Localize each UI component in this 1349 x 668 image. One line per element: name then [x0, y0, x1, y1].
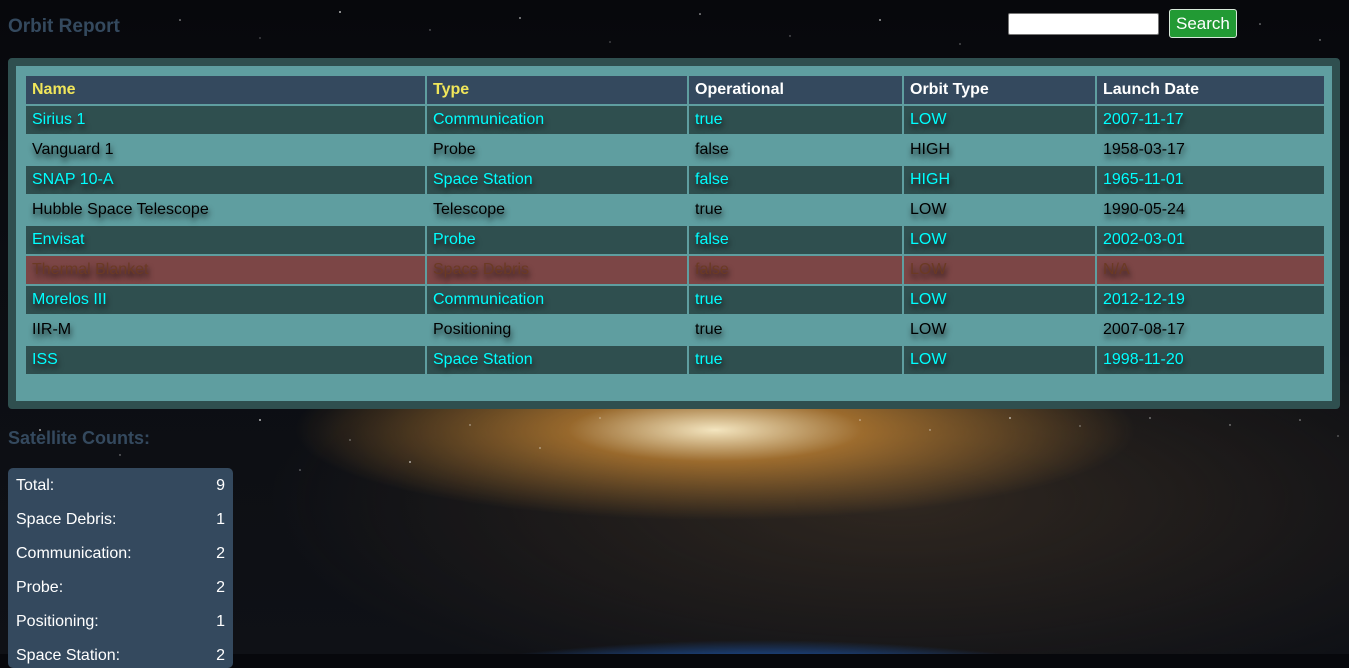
table-header-row: Name Type Operational Orbit Type Launch …: [24, 74, 1326, 106]
cell-name: ISS: [24, 344, 427, 376]
column-header-launch-date: Launch Date: [1095, 74, 1326, 106]
table-row: SNAP 10-A Space Station false HIGH 1965-…: [24, 164, 1326, 196]
cell-operational: false: [687, 254, 904, 286]
cell-orbit-type: LOW: [902, 224, 1097, 256]
count-value: 2: [216, 545, 225, 562]
count-row-space-debris: Space Debris: 1: [16, 511, 225, 531]
count-value: 1: [216, 511, 225, 528]
column-header-orbit-type: Orbit Type: [902, 74, 1097, 106]
cell-type: Positioning: [425, 314, 689, 346]
cell-operational: false: [687, 134, 904, 166]
count-value: 2: [216, 579, 225, 596]
satellite-counts-title: Satellite Counts:: [8, 428, 151, 448]
cell-name: Hubble Space Telescope: [24, 194, 427, 226]
table-row: ISS Space Station true LOW 1998-11-20: [24, 344, 1326, 376]
count-label: Space Debris:: [16, 511, 117, 528]
cell-name: Vanguard 1: [24, 134, 427, 166]
count-label: Total:: [16, 477, 55, 494]
search-input[interactable]: [1008, 13, 1159, 35]
table-row: Morelos III Communication true LOW 2012-…: [24, 284, 1326, 316]
cell-operational: true: [687, 344, 904, 376]
cell-name: Envisat: [24, 224, 427, 256]
table-row: IIR-M Positioning true LOW 2007-08-17: [24, 314, 1326, 346]
cell-name: Sirius 1: [24, 104, 427, 136]
count-value: 1: [216, 613, 225, 630]
cell-operational: true: [687, 314, 904, 346]
cell-orbit-type: HIGH: [902, 164, 1097, 196]
table-row: Envisat Probe false LOW 2002-03-01: [24, 224, 1326, 256]
cell-operational: false: [687, 164, 904, 196]
cell-type: Communication: [425, 104, 689, 136]
cell-type: Probe: [425, 134, 689, 166]
cell-operational: true: [687, 284, 904, 316]
column-header-operational: Operational: [687, 74, 904, 106]
cell-type: Space Station: [425, 344, 689, 376]
column-header-name[interactable]: Name: [24, 74, 427, 106]
count-row-space-station: Space Station: 2: [16, 647, 225, 667]
cell-orbit-type: LOW: [902, 254, 1097, 286]
count-value: 2: [216, 647, 225, 664]
orbit-table-panel: Name Type Operational Orbit Type Launch …: [8, 58, 1340, 409]
cell-type: Probe: [425, 224, 689, 256]
count-row-total: Total: 9: [16, 477, 225, 497]
orbit-table: Name Type Operational Orbit Type Launch …: [24, 74, 1326, 376]
table-row: Hubble Space Telescope Telescope true LO…: [24, 194, 1326, 226]
count-value: 9: [216, 477, 225, 494]
count-label: Probe:: [16, 579, 64, 596]
count-row-communication: Communication: 2: [16, 545, 225, 565]
cell-orbit-type: HIGH: [902, 134, 1097, 166]
count-row-probe: Probe: 2: [16, 579, 225, 599]
cell-orbit-type: LOW: [902, 344, 1097, 376]
cell-orbit-type: LOW: [902, 194, 1097, 226]
cell-orbit-type: LOW: [902, 314, 1097, 346]
cell-type: Telescope: [425, 194, 689, 226]
count-row-positioning: Positioning: 1: [16, 613, 225, 633]
column-header-type[interactable]: Type: [425, 74, 689, 106]
cell-name: IIR-M: [24, 314, 427, 346]
cell-launch-date: 1965-11-01: [1095, 164, 1326, 196]
cell-name: Thermal Blanket: [24, 254, 427, 286]
table-row-debris: Thermal Blanket Space Debris false LOW N…: [24, 254, 1326, 286]
cell-launch-date: 2012-12-19: [1095, 284, 1326, 316]
cell-name: SNAP 10-A: [24, 164, 427, 196]
satellite-counts-panel: Total: 9 Space Debris: 1 Communication: …: [8, 468, 233, 668]
search-bar: Search: [1008, 9, 1237, 38]
table-row: Sirius 1 Communication true LOW 2007-11-…: [24, 104, 1326, 136]
cell-type: Space Station: [425, 164, 689, 196]
cell-launch-date: 2007-11-17: [1095, 104, 1326, 136]
count-label: Positioning:: [16, 613, 99, 630]
search-button[interactable]: Search: [1169, 9, 1237, 38]
cell-launch-date: 1990-05-24: [1095, 194, 1326, 226]
cell-name: Morelos III: [24, 284, 427, 316]
cell-operational: true: [687, 194, 904, 226]
page-title: Orbit Report: [8, 16, 120, 37]
table-row: Vanguard 1 Probe false HIGH 1958-03-17: [24, 134, 1326, 166]
cell-operational: true: [687, 104, 904, 136]
cell-orbit-type: LOW: [902, 104, 1097, 136]
cell-launch-date: 2007-08-17: [1095, 314, 1326, 346]
cell-type: Space Debris: [425, 254, 689, 286]
cell-launch-date: N/A: [1095, 254, 1326, 286]
count-label: Communication:: [16, 545, 132, 562]
cell-launch-date: 1998-11-20: [1095, 344, 1326, 376]
cell-operational: false: [687, 224, 904, 256]
count-label: Space Station:: [16, 647, 121, 664]
cell-orbit-type: LOW: [902, 284, 1097, 316]
cell-launch-date: 1958-03-17: [1095, 134, 1326, 166]
cell-launch-date: 2002-03-01: [1095, 224, 1326, 256]
cell-type: Communication: [425, 284, 689, 316]
